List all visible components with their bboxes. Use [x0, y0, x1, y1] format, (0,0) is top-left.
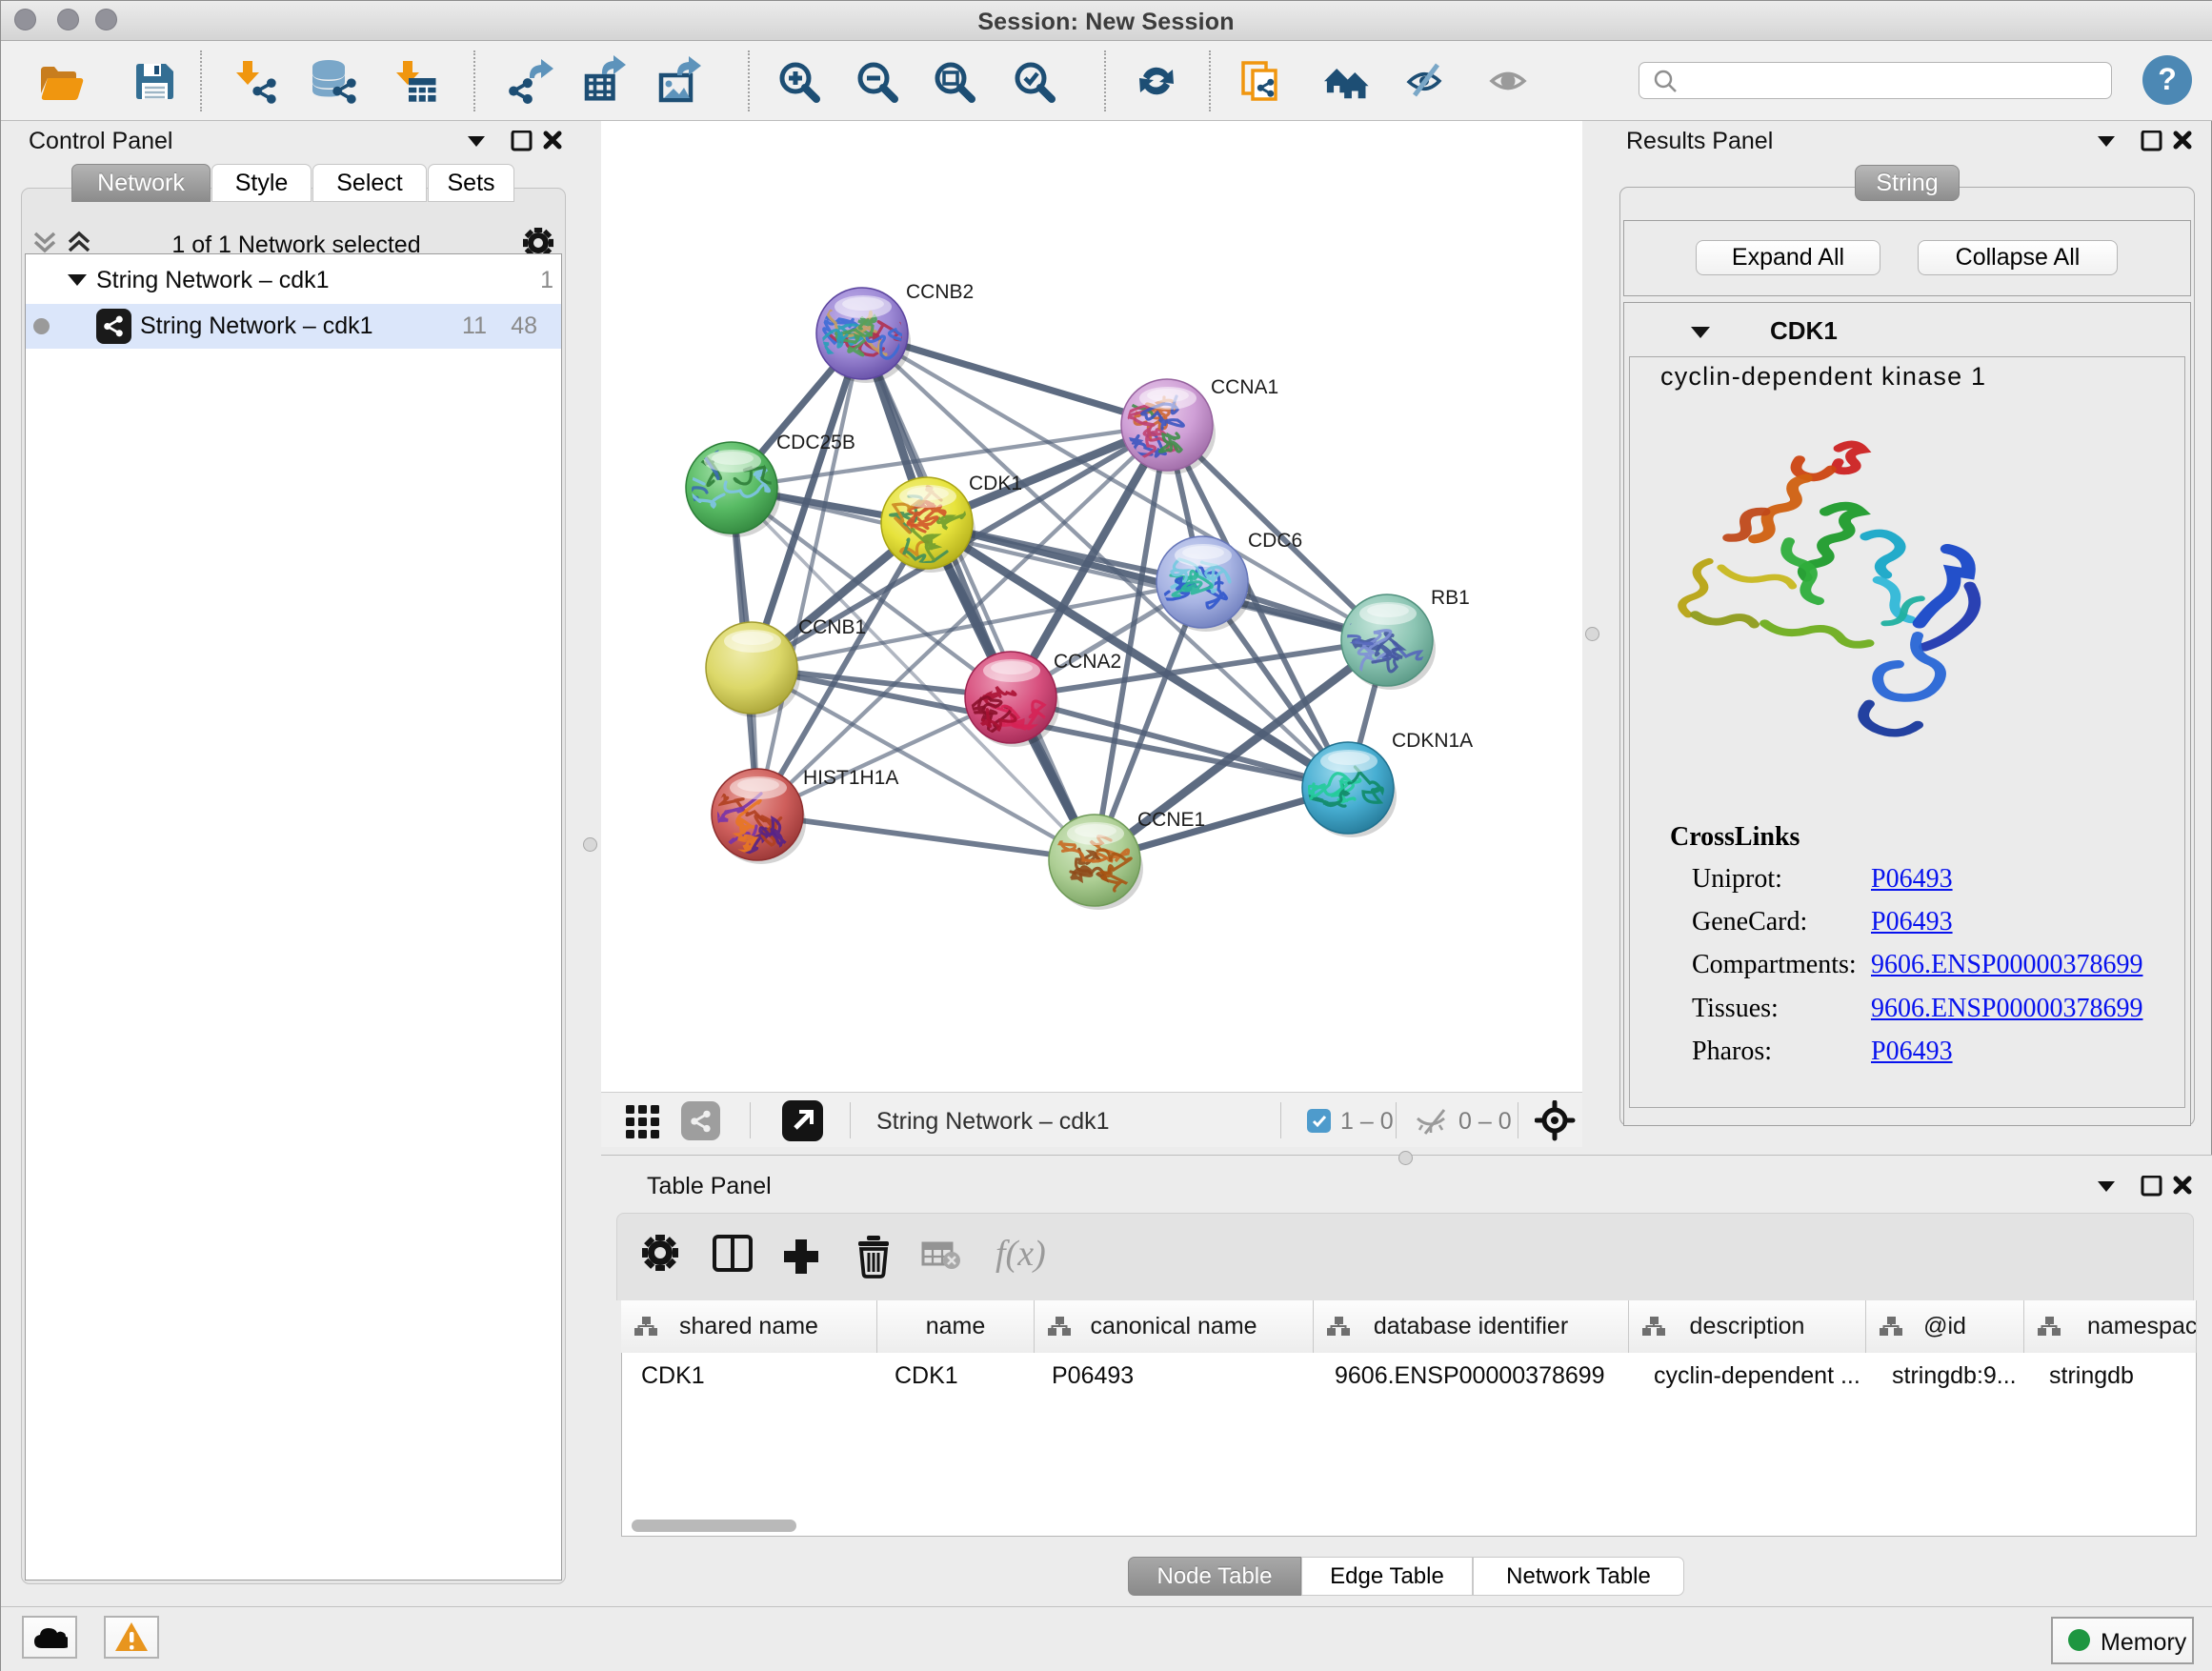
svg-text:f(x): f(x): [995, 1234, 1046, 1274]
svg-text:CDC25B: CDC25B: [776, 432, 855, 453]
svg-text:CCNA2: CCNA2: [1054, 651, 1121, 673]
svg-text:HIST1H1A: HIST1H1A: [803, 767, 898, 789]
svg-text:RB1: RB1: [1431, 587, 1470, 609]
svg-text:CCNB2: CCNB2: [906, 281, 974, 303]
svg-text:CDC6: CDC6: [1248, 530, 1302, 552]
svg-text:CCNB1: CCNB1: [798, 616, 866, 638]
svg-text:CDK1: CDK1: [969, 473, 1022, 494]
svg-text:CCNE1: CCNE1: [1137, 809, 1205, 831]
svg-text:CCNA1: CCNA1: [1211, 376, 1278, 398]
svg-text:CDKN1A: CDKN1A: [1392, 730, 1473, 752]
